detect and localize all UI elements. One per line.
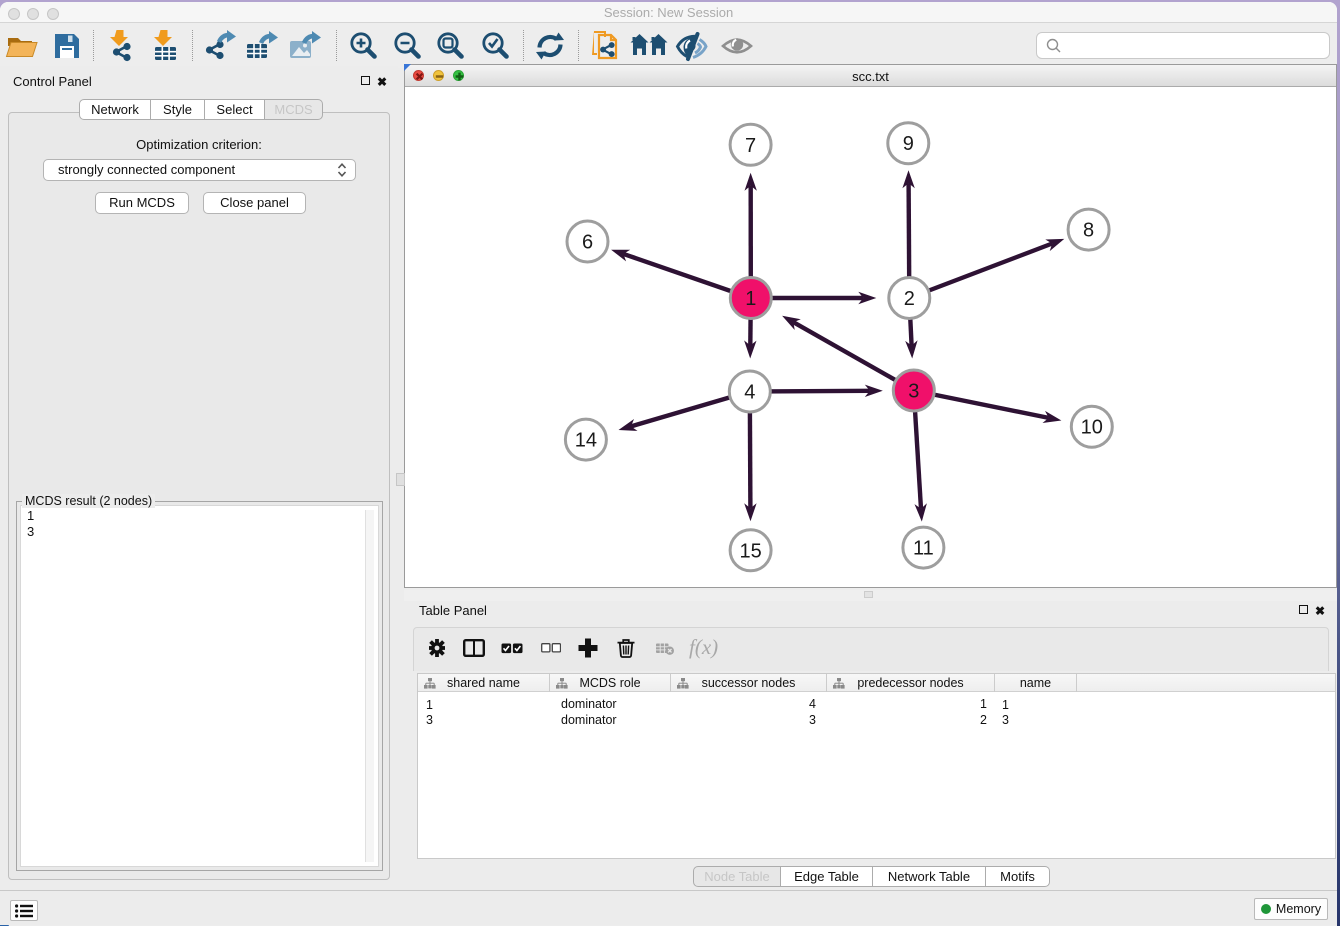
svg-text:1: 1 <box>745 288 756 310</box>
svg-text:7: 7 <box>745 135 756 157</box>
svg-text:8: 8 <box>1083 220 1094 242</box>
svg-text:6: 6 <box>582 232 593 254</box>
svg-text:15: 15 <box>739 540 761 562</box>
svg-text:4: 4 <box>744 382 755 404</box>
svg-text:2: 2 <box>904 288 915 310</box>
svg-text:9: 9 <box>903 133 914 155</box>
svg-text:10: 10 <box>1081 417 1103 439</box>
svg-text:14: 14 <box>575 430 597 452</box>
svg-text:3: 3 <box>908 381 919 403</box>
svg-text:11: 11 <box>913 538 934 560</box>
